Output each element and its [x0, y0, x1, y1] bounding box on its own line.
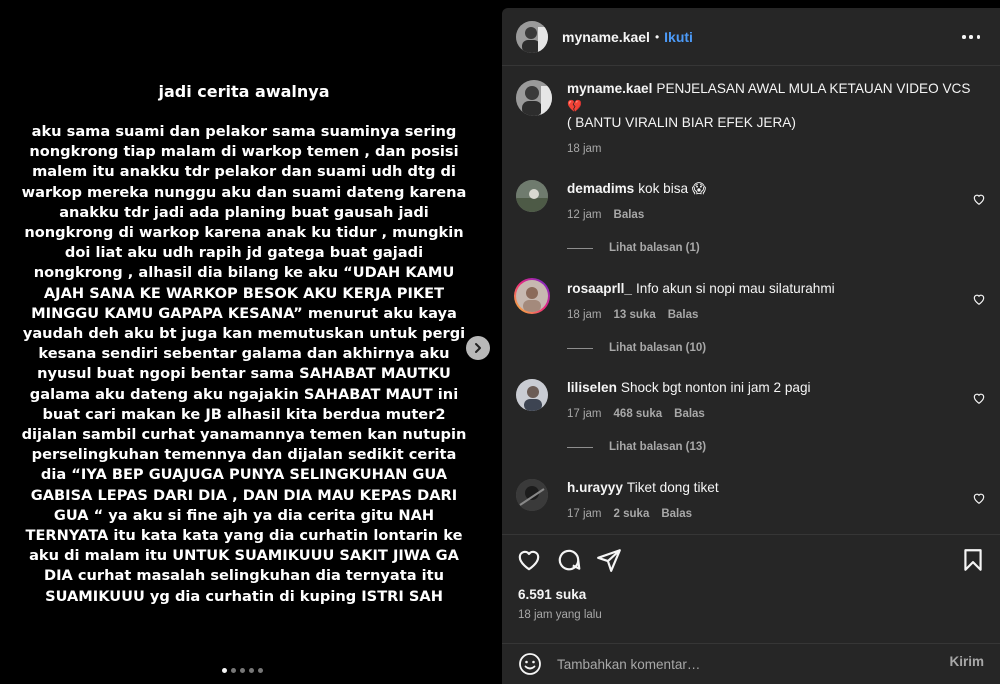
carousel-dot — [240, 668, 245, 673]
comment-item: demadims kok bisa 😱 12 jam Balas Lihat ba… — [516, 180, 986, 270]
more-options-icon[interactable] — [962, 28, 980, 46]
chevron-right-icon — [475, 343, 481, 353]
comment-time[interactable]: 17 jam — [567, 405, 602, 423]
comment-likes[interactable]: 2 suka — [614, 505, 650, 523]
post-details-panel: myname.kael • Ikuti myname.kael PENJELASA… — [502, 8, 1000, 684]
comment-icon[interactable] — [556, 547, 582, 573]
carousel-dot-active — [222, 668, 227, 673]
author-avatar[interactable] — [516, 20, 548, 53]
bookmark-icon[interactable] — [960, 547, 986, 573]
comment-item: rosaaprll_ Info akun si nopi mau silatura… — [514, 278, 986, 370]
heart-icon[interactable] — [516, 547, 542, 573]
like-comment-icon[interactable] — [972, 192, 986, 206]
comment-username[interactable]: h.urayyy — [567, 480, 623, 495]
post-media: jadi cerita awalnya aku sama suami dan p… — [0, 0, 500, 684]
comment-username[interactable]: demadims — [567, 181, 634, 196]
comment-text: Info akun si nopi mau silaturahmi — [635, 281, 835, 296]
view-replies-label: Lihat balasan (10) — [609, 342, 707, 354]
comment-text: kok bisa 😱 — [638, 181, 707, 196]
comment-likes[interactable]: 468 suka — [614, 405, 663, 423]
header-separator: • — [654, 29, 660, 44]
reply-button[interactable]: Balas — [668, 306, 699, 324]
share-icon[interactable] — [596, 547, 622, 573]
view-replies-link[interactable]: Lihat balasan (13) — [567, 441, 706, 453]
media-body-text: aku sama suami dan pelakor sama suaminya… — [21, 123, 467, 605]
post-actions: 6.591 suka 18 jam yang lalu Kirim — [502, 534, 1000, 684]
caption-text-line2: ( BANTU VIRALIN BIAR EFEK JERA) — [567, 115, 796, 130]
commenter-avatar[interactable] — [516, 379, 548, 411]
emoji-icon[interactable] — [518, 652, 542, 676]
comment-time[interactable]: 17 jam — [567, 505, 602, 523]
comment-time[interactable]: 18 jam — [567, 306, 602, 324]
carousel-dot — [249, 668, 254, 673]
caption-time[interactable]: 18 jam — [567, 140, 602, 158]
author-username[interactable]: myname.kael — [562, 29, 650, 45]
send-comment-button[interactable]: Kirim — [949, 654, 984, 669]
view-replies-label: Lihat balasan (1) — [609, 242, 700, 254]
view-replies-link[interactable]: Lihat balasan (10) — [567, 342, 706, 354]
reply-button[interactable]: Balas — [674, 405, 705, 423]
commenter-avatar[interactable] — [516, 479, 548, 511]
caption-avatar[interactable] — [516, 80, 552, 116]
view-replies-label: Lihat balasan (13) — [609, 441, 707, 453]
carousel-dot — [231, 668, 236, 673]
commenter-avatar[interactable] — [516, 180, 548, 212]
comment-time[interactable]: 12 jam — [567, 206, 602, 224]
reply-button[interactable]: Balas — [614, 206, 645, 224]
comment-likes[interactable]: 13 suka — [614, 306, 656, 324]
add-comment-bar: Kirim — [502, 643, 1000, 684]
carousel-indicator — [222, 668, 263, 673]
comment-username[interactable]: rosaaprll_ — [567, 281, 632, 296]
comment-item: h.urayyy Tiket dong tiket 17 jam 2 suka B… — [516, 479, 986, 533]
comment-item: liliselen Shock bgt nonton ini jam 2 pagi… — [516, 379, 986, 469]
post-caption: myname.kael PENJELASAN AWAL MULA KETAUAN … — [516, 80, 986, 160]
next-slide-button[interactable] — [466, 336, 490, 360]
comment-input[interactable] — [557, 652, 927, 676]
like-comment-icon[interactable] — [972, 391, 986, 405]
post-header: myname.kael • Ikuti — [502, 8, 1000, 66]
follow-button[interactable]: Ikuti — [664, 29, 693, 45]
caption-username[interactable]: myname.kael — [567, 81, 652, 96]
caption-text-line1: PENJELASAN AWAL MULA KETAUAN VIDEO VCS — [656, 81, 971, 96]
carousel-dot — [258, 668, 263, 673]
media-title: jadi cerita awalnya — [158, 82, 330, 101]
like-comment-icon[interactable] — [972, 491, 986, 505]
comment-text: Tiket dong tiket — [626, 480, 719, 495]
like-comment-icon[interactable] — [972, 292, 986, 306]
broken-heart-emoji: 💔 — [567, 99, 582, 113]
comment-text: Shock bgt nonton ini jam 2 pagi — [620, 380, 811, 395]
comments-list[interactable]: myname.kael PENJELASAN AWAL MULA KETAUAN … — [502, 66, 1000, 534]
post-time[interactable]: 18 jam yang lalu — [518, 609, 602, 621]
commenter-avatar-story-ring[interactable] — [514, 278, 550, 314]
view-replies-link[interactable]: Lihat balasan (1) — [567, 242, 700, 254]
reply-button[interactable]: Balas — [661, 505, 692, 523]
comment-username[interactable]: liliselen — [567, 380, 617, 395]
likes-count[interactable]: 6.591 suka — [518, 587, 586, 602]
